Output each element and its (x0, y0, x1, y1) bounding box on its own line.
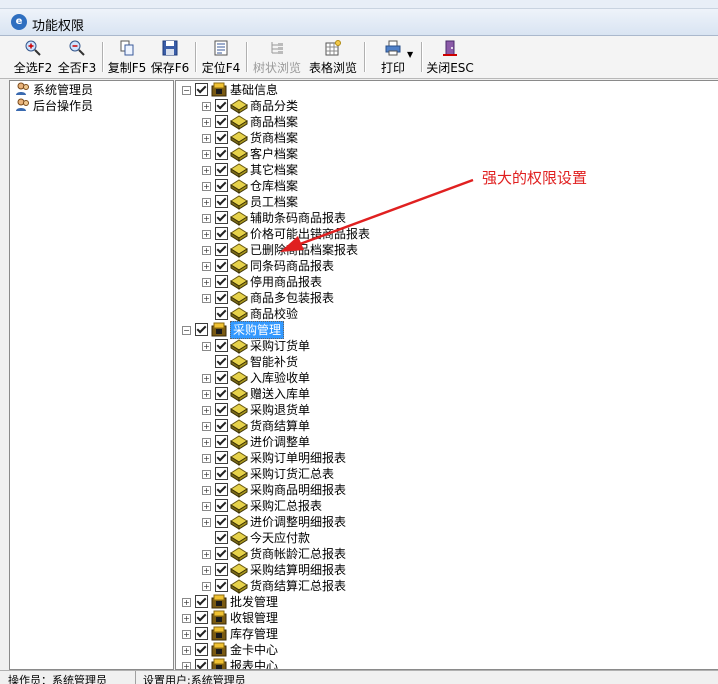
status-operator: 操作员：系统管理员 (8, 674, 107, 684)
status-bar: 操作员：系统管理员 设置用户:系统管理员 (0, 670, 718, 684)
annotation-arrow (299, 178, 474, 246)
status-set-user: 设置用户:系统管理员 (143, 674, 246, 684)
status-separator (135, 671, 136, 684)
annotation-overlay: 强大的权限设置 (280, 169, 587, 252)
annotation-arrowhead (280, 236, 304, 252)
annotation-text: 强大的权限设置 (482, 169, 587, 187)
